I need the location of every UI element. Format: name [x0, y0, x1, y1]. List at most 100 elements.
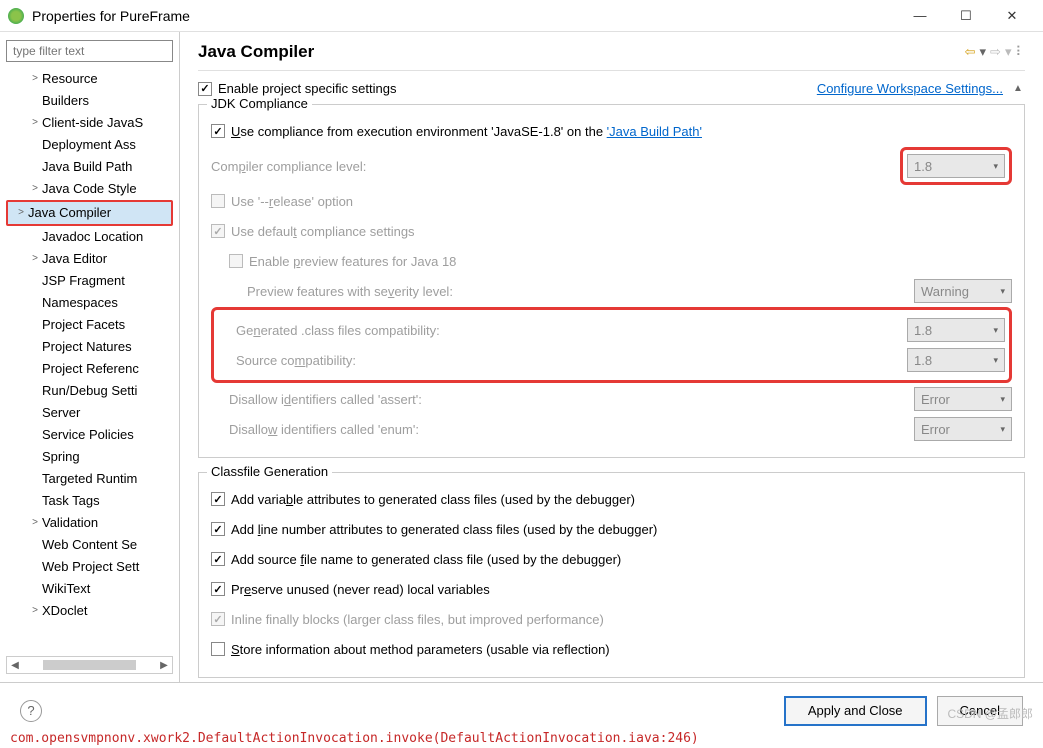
source-compat-label: Source compatibility:	[236, 353, 907, 368]
java-build-path-link[interactable]: 'Java Build Path'	[607, 124, 702, 139]
chevron-down-icon: ▾	[1000, 394, 1005, 405]
scroll-left-icon[interactable]: ◀	[7, 660, 23, 671]
assert-dropdown[interactable]: Error▾	[914, 387, 1012, 411]
back-menu-icon[interactable]: ▾	[980, 44, 987, 60]
use-exec-env-label: Use compliance from execution environmen…	[231, 124, 1012, 139]
jdk-group-title: JDK Compliance	[207, 96, 312, 111]
tree-item[interactable]: Web Project Sett	[6, 556, 173, 578]
tree-item-label: Task Tags	[42, 490, 100, 512]
scroll-up-icon[interactable]: ▲	[1011, 83, 1025, 94]
tree-item[interactable]: JSP Fragment	[6, 270, 173, 292]
release-option-label: Use '--release' option	[231, 194, 1012, 209]
line-attr-checkbox[interactable]	[211, 522, 225, 536]
tree-item[interactable]: >Client-side JavaS	[6, 112, 173, 134]
tree-item[interactable]: >XDoclet	[6, 600, 173, 622]
tree-item[interactable]: WikiText	[6, 578, 173, 600]
expander-icon[interactable]: >	[28, 600, 42, 622]
tree-item[interactable]: Project Referenc	[6, 358, 173, 380]
var-attr-label: Add variable attributes to generated cla…	[231, 492, 1012, 507]
src-file-checkbox[interactable]	[211, 552, 225, 566]
tree-item-label: Java Compiler	[28, 202, 111, 224]
tree-item[interactable]: Namespaces	[6, 292, 173, 314]
expander-icon[interactable]: >	[28, 112, 42, 134]
tree-item-label: Java Build Path	[42, 156, 132, 178]
help-button[interactable]: ?	[20, 700, 42, 722]
enum-label: Disallow identifiers called 'enum':	[229, 422, 914, 437]
expander-icon[interactable]: >	[28, 512, 42, 534]
tree-item-label: Web Project Sett	[42, 556, 139, 578]
apply-close-button[interactable]: Apply and Close	[784, 696, 927, 726]
tree-item[interactable]: Targeted Runtim	[6, 468, 173, 490]
compliance-level-dropdown[interactable]: 1.8▾	[907, 154, 1005, 178]
category-tree: >ResourceBuilders>Client-side JavaSDeplo…	[6, 68, 173, 652]
source-compat-dropdown[interactable]: 1.8▾	[907, 348, 1005, 372]
tree-item[interactable]: >Resource	[6, 68, 173, 90]
enable-specific-checkbox[interactable]	[198, 82, 212, 96]
enum-dropdown[interactable]: Error▾	[914, 417, 1012, 441]
back-icon[interactable]: ⇦	[965, 44, 976, 60]
tree-item[interactable]: Spring	[6, 446, 173, 468]
tree-item-label: Java Code Style	[42, 178, 137, 200]
preview-features-label: Enable preview features for Java 18	[249, 254, 1012, 269]
preview-severity-dropdown[interactable]: Warning▾	[914, 279, 1012, 303]
tree-item[interactable]: >Java Compiler	[6, 200, 173, 226]
tree-item[interactable]: Server	[6, 402, 173, 424]
class-compat-dropdown[interactable]: 1.8▾	[907, 318, 1005, 342]
page-title: Java Compiler	[198, 42, 965, 62]
expander-icon[interactable]: >	[28, 248, 42, 270]
chevron-down-icon: ▾	[993, 161, 998, 172]
scroll-right-icon[interactable]: ▶	[156, 660, 172, 671]
watermark: CSDN @孟郎郎	[947, 705, 1033, 722]
tree-item-label: Javadoc Location	[42, 226, 143, 248]
preserve-checkbox[interactable]	[211, 582, 225, 596]
expander-icon[interactable]: >	[28, 68, 42, 90]
forward-menu-icon[interactable]: ▾	[1005, 44, 1012, 60]
h-scrollbar[interactable]: ◀ ▶	[6, 656, 173, 674]
scroll-thumb[interactable]	[43, 660, 136, 670]
app-icon	[8, 8, 24, 24]
chevron-down-icon: ▾	[1000, 286, 1005, 297]
maximize-button[interactable]: ☐	[943, 0, 989, 32]
tree-item[interactable]: >Java Code Style	[6, 178, 173, 200]
menu-icon[interactable]: ⠇	[1015, 44, 1025, 60]
tree-item[interactable]: Builders	[6, 90, 173, 112]
inline-label: Inline finally blocks (larger class file…	[231, 612, 1012, 627]
use-exec-env-checkbox[interactable]	[211, 124, 225, 138]
var-attr-checkbox[interactable]	[211, 492, 225, 506]
tree-item[interactable]: Run/Debug Setti	[6, 380, 173, 402]
default-compliance-label: Use default compliance settings	[231, 224, 1012, 239]
tree-item-label: Server	[42, 402, 80, 424]
release-option-checkbox	[211, 194, 225, 208]
tree-item-label: Project Natures	[42, 336, 132, 358]
expander-icon[interactable]: >	[14, 202, 28, 224]
chevron-down-icon: ▾	[993, 325, 998, 336]
tree-item-label: Project Referenc	[42, 358, 139, 380]
preview-features-checkbox	[229, 254, 243, 268]
tree-item-label: Web Content Se	[42, 534, 137, 556]
tree-item[interactable]: Task Tags	[6, 490, 173, 512]
tree-item[interactable]: Deployment Ass	[6, 134, 173, 156]
tree-item[interactable]: Project Facets	[6, 314, 173, 336]
forward-icon[interactable]: ⇨	[990, 44, 1001, 60]
tree-item[interactable]: Project Natures	[6, 336, 173, 358]
configure-workspace-link[interactable]: Configure Workspace Settings...	[817, 81, 1003, 96]
tree-item-label: Namespaces	[42, 292, 118, 314]
tree-item[interactable]: Service Policies	[6, 424, 173, 446]
chevron-down-icon: ▾	[1000, 424, 1005, 435]
line-attr-label: Add line number attributes to generated …	[231, 522, 1012, 537]
classfile-group-title: Classfile Generation	[207, 464, 332, 479]
store-params-checkbox[interactable]	[211, 642, 225, 656]
tree-item[interactable]: Javadoc Location	[6, 226, 173, 248]
minimize-button[interactable]: —	[897, 0, 943, 32]
tree-item[interactable]: Web Content Se	[6, 534, 173, 556]
filter-input[interactable]	[6, 40, 173, 62]
window-title: Properties for PureFrame	[32, 8, 897, 24]
tree-item[interactable]: >Validation	[6, 512, 173, 534]
expander-icon[interactable]: >	[28, 178, 42, 200]
tree-item[interactable]: Java Build Path	[6, 156, 173, 178]
close-button[interactable]: ✕	[989, 0, 1035, 32]
chevron-down-icon: ▾	[993, 355, 998, 366]
tree-item-label: Deployment Ass	[42, 134, 136, 156]
tree-item-label: Run/Debug Setti	[42, 380, 137, 402]
tree-item[interactable]: >Java Editor	[6, 248, 173, 270]
